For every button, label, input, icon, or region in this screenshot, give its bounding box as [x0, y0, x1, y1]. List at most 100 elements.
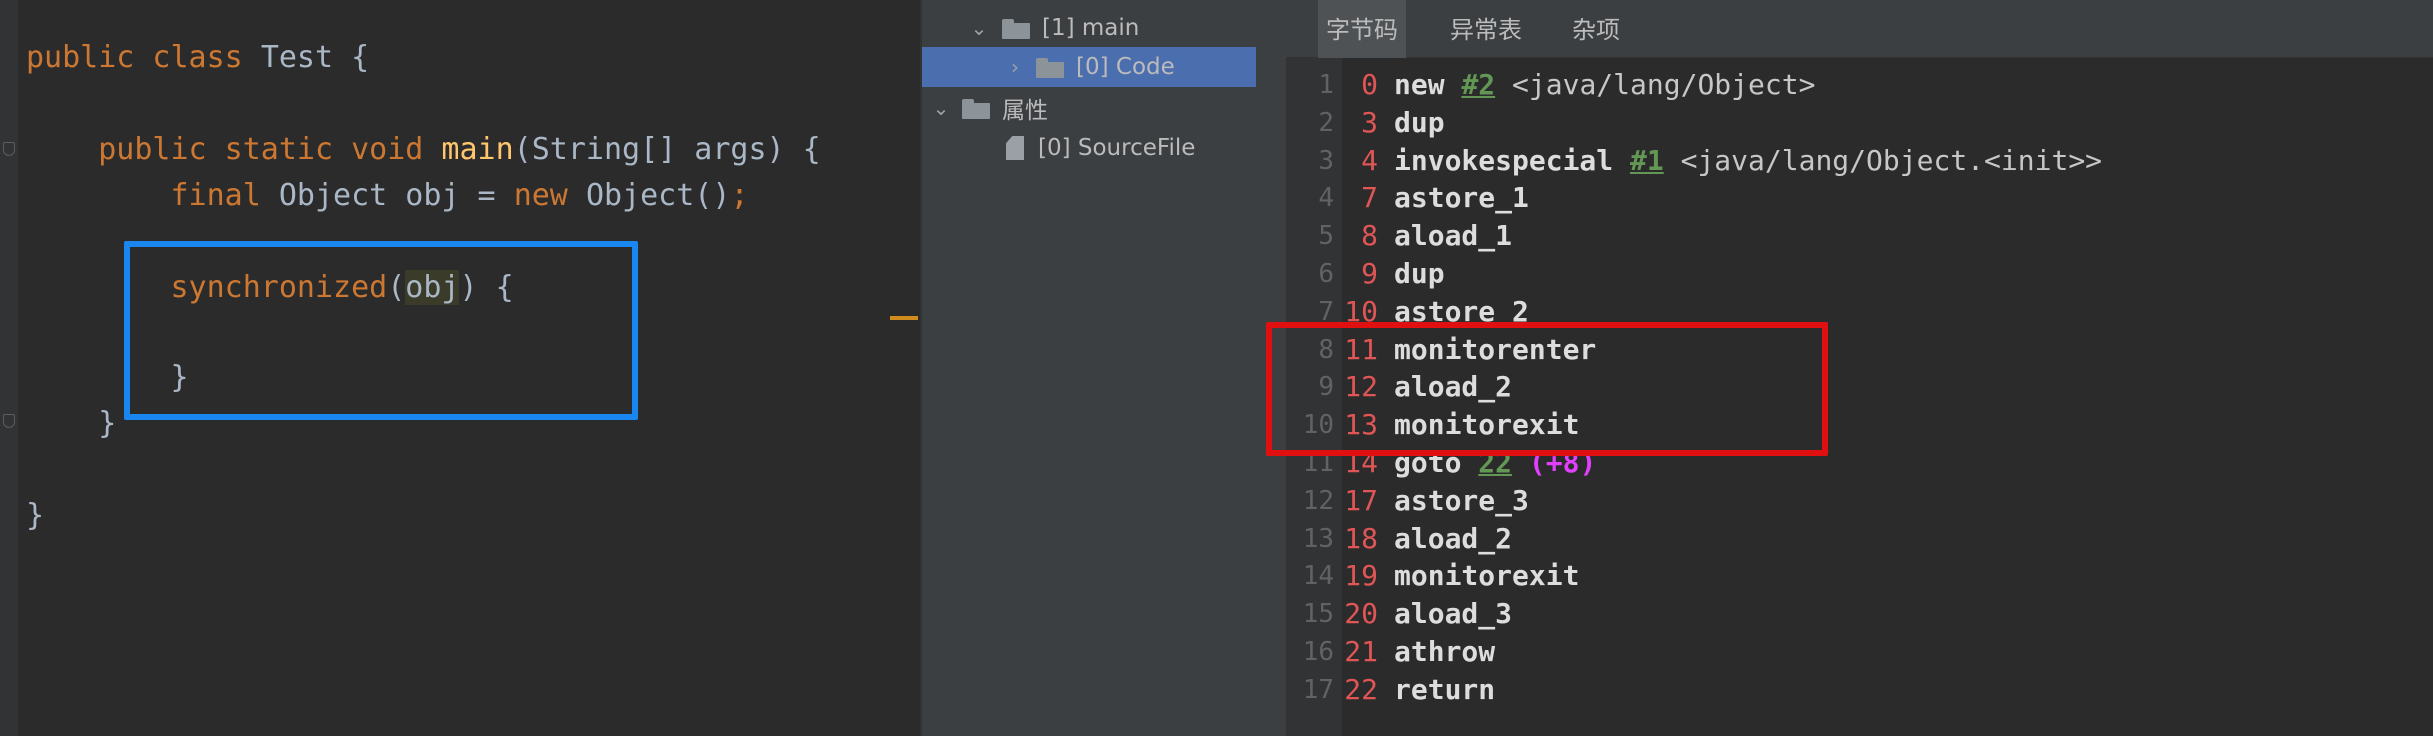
bytecode-row[interactable]: 3 4 invokespecial #1 <java/lang/Object.<in… [1286, 142, 2426, 180]
line-number: 1 [1318, 70, 1334, 100]
chevron-right-icon[interactable]: › [1006, 55, 1024, 79]
bytecode-offset: 0 [1361, 68, 1378, 101]
opcode: monitorexit [1394, 557, 1579, 595]
tree-item-label: [0] Code [1076, 54, 1175, 80]
bytecode-offset: 22 [1344, 672, 1378, 706]
bytecode-offset: 19 [1344, 559, 1378, 593]
code-token: public class [26, 40, 261, 75]
constant-ref-link[interactable]: #2 [1461, 68, 1495, 101]
opcode-name: invokespecial [1394, 143, 1614, 177]
line-number: 16 [1302, 637, 1334, 667]
bytecode-row[interactable]: 15 20 aload_3 [1286, 595, 2426, 633]
opcode: aload_1 [1394, 217, 1512, 255]
folder-icon [1036, 56, 1064, 78]
bytecode-row[interactable]: 6 9 dup [1286, 255, 2426, 293]
code-token: Object() [585, 178, 731, 213]
line-number: 4 [1318, 183, 1334, 214]
scroll-marker [890, 316, 918, 320]
code-editor[interactable]: public class Test { public static void m… [0, 0, 922, 736]
monitor-instructions-highlight [1266, 322, 1828, 456]
bytecode-offset: 21 [1344, 635, 1378, 668]
fold-icon[interactable] [3, 142, 15, 156]
bytecode-row[interactable]: 17 22 return [1286, 671, 2426, 709]
tree-item-label: [0] SourceFile [1038, 135, 1196, 161]
tab-exception-table[interactable]: 异常表 [1442, 0, 1530, 58]
opcode: aload_3 [1394, 595, 1512, 633]
code-token: } [26, 406, 117, 441]
bytecode-offset: 8 [1361, 219, 1378, 253]
folder-icon [1002, 17, 1030, 39]
opcode: new #2 <java/lang/Object> [1394, 66, 1815, 104]
class-structure-tree: ⌄ [1] main › [0] Code ⌄ 属性 [0] SourceFil… [922, 0, 2208, 736]
bytecode-row[interactable]: 13 18 aload_2 [1286, 520, 2426, 558]
tab-bytecode[interactable]: 字节码 [1318, 0, 1406, 58]
opcode-name: astore_1 [1394, 181, 1529, 215]
fold-icon[interactable] [3, 414, 15, 428]
bytecode-offset: 20 [1344, 597, 1378, 631]
tab-bar: 字节码 异常表 杂项 [1286, 0, 2433, 58]
bytecode-row[interactable]: 12 17 astore_3 [1286, 482, 2426, 520]
bytecode-offset: 7 [1361, 181, 1378, 215]
opcode: return [1394, 671, 1495, 709]
opcode-name: dup [1394, 105, 1445, 139]
editor-gutter [0, 0, 18, 736]
bytecode-offset: 17 [1344, 483, 1378, 517]
bytecode-offset: 3 [1361, 105, 1378, 139]
bytecode-row[interactable]: 1 0 new #2 <java/lang/Object> [1286, 66, 2426, 104]
line-number: 6 [1318, 259, 1334, 289]
tab-misc[interactable]: 杂项 [1564, 0, 1628, 58]
opcode-name: aload_3 [1394, 597, 1513, 631]
bytecode-row[interactable]: 2 3 dup [1286, 104, 2426, 142]
bytecode-offset: 4 [1361, 143, 1378, 177]
tree-item-code[interactable]: › [0] Code [922, 47, 1256, 87]
constant-ref-link[interactable]: #1 [1630, 144, 1664, 177]
bytecode-offset: 18 [1344, 521, 1378, 555]
tree-item-sourcefile[interactable]: [0] SourceFile [922, 128, 1256, 168]
opcode: aload_2 [1394, 520, 1512, 558]
line-number: 17 [1302, 674, 1334, 705]
line-number: 15 [1302, 599, 1334, 630]
opcode-argument: <java/lang/Object> [1512, 68, 1816, 101]
code-line: public static void main(String[] args) { [26, 130, 820, 170]
opcode-name: new [1394, 68, 1445, 101]
opcode: dup [1394, 255, 1445, 293]
code-token: main [441, 132, 514, 167]
tree-item-attributes[interactable]: ⌄ 属性 [922, 88, 1256, 128]
opcode-name: return [1394, 672, 1496, 706]
chevron-down-icon[interactable]: ⌄ [932, 96, 950, 120]
code-token: new [513, 178, 586, 213]
opcode-name: dup [1394, 257, 1445, 290]
bytecode-offset: 9 [1361, 257, 1378, 290]
folder-icon [962, 97, 990, 119]
bytecode-row[interactable]: 16 21 athrow [1286, 633, 2426, 671]
code-line: public class Test { [26, 38, 369, 78]
bytecode-row[interactable]: 5 8 aload_1 [1286, 217, 2426, 255]
line-number: 3 [1318, 145, 1334, 176]
opcode: dup [1394, 104, 1445, 142]
tree-item-main[interactable]: ⌄ [1] main [922, 8, 1256, 48]
code-token: Object obj = [278, 178, 514, 213]
opcode: astore_3 [1394, 482, 1529, 520]
code-token: } [26, 498, 45, 533]
chevron-down-icon[interactable]: ⌄ [970, 16, 988, 40]
tree-item-label: 属性 [1002, 98, 1048, 124]
synchronized-block-highlight [124, 241, 638, 420]
bytecode-row[interactable]: 14 19 monitorexit [1286, 557, 2426, 595]
code-line: } [26, 404, 116, 444]
line-number: 13 [1302, 523, 1334, 554]
file-icon [1006, 136, 1024, 160]
code-token: Test { [260, 40, 370, 75]
opcode-name: athrow [1394, 635, 1496, 668]
line-number: 2 [1318, 107, 1334, 138]
opcode-name: aload_2 [1394, 521, 1513, 555]
opcode: athrow [1394, 633, 1495, 671]
bytecode-row[interactable]: 4 7 astore_1 [1286, 179, 2426, 217]
code-token: final [26, 178, 279, 213]
line-number: 14 [1302, 561, 1334, 592]
opcode: invokespecial #1 <java/lang/Object.<init… [1394, 142, 2102, 180]
line-number: 5 [1318, 221, 1334, 252]
opcode-name: monitorexit [1394, 559, 1580, 593]
code-token: ; [730, 178, 749, 213]
line-number: 12 [1302, 485, 1334, 516]
tree-item-label: [1] main [1042, 15, 1140, 41]
